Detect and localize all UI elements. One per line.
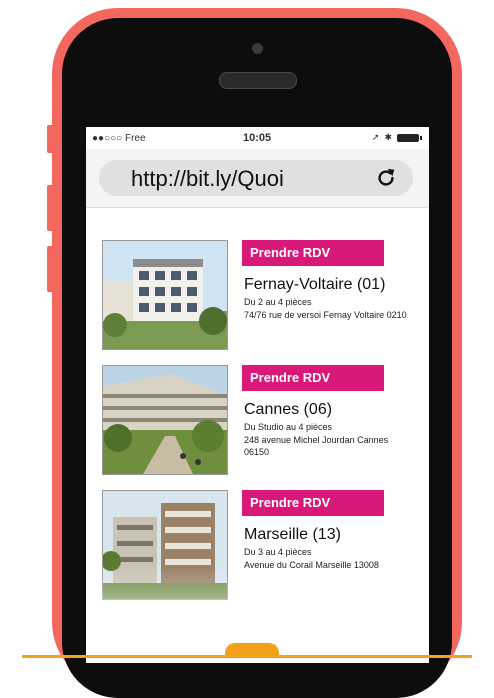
bluetooth-icon: ✱ <box>384 132 392 142</box>
reload-icon[interactable] <box>375 167 397 189</box>
url-text[interactable]: http://bit.ly/Quoi <box>131 166 284 192</box>
location-icon: ➚ <box>371 132 380 142</box>
city-title: Fernay-Voltaire (01) <box>244 276 386 293</box>
building-photo <box>102 240 228 350</box>
phone-screen: ●●○○○ Free 10:05 ➚ ✱ http://bit.ly/Quoi <box>86 127 429 663</box>
camera-icon <box>252 43 263 54</box>
address-text: 74/76 rue de versoi Fernay Voltaire 0210 <box>244 310 407 320</box>
browser-toolbar: http://bit.ly/Quoi <box>86 149 429 208</box>
appointment-button[interactable]: Prendre RDV <box>242 490 384 516</box>
rooms-text: Du 3 au 4 pièces <box>244 547 312 557</box>
accent-tab <box>225 643 279 657</box>
clock: 10:05 <box>243 132 272 144</box>
building-photo <box>102 365 228 475</box>
status-bar: ●●○○○ Free 10:05 ➚ ✱ <box>86 127 429 149</box>
volume-up-button <box>47 185 55 231</box>
appointment-button[interactable]: Prendre RDV <box>242 365 384 391</box>
city-title: Cannes (06) <box>244 401 333 418</box>
carrier-label: ●●○○○ Free <box>92 133 146 144</box>
battery-icon <box>397 133 422 142</box>
volume-down-button <box>47 246 55 292</box>
listing-item: Prendre RDV Cannes (06) Du Studio au 4 p… <box>102 365 422 475</box>
listing-item: Prendre RDV Fernay-Voltaire (01) Du 2 au… <box>102 240 422 350</box>
mute-switch <box>47 125 55 153</box>
city-title: Marseille (13) <box>244 526 341 543</box>
speaker-grille <box>219 72 297 89</box>
status-icons: ➚ ✱ <box>371 132 422 143</box>
address-bar[interactable]: http://bit.ly/Quoi <box>99 160 413 196</box>
address-text: 248 avenue Michel Jourdan Cannes 06150 <box>244 435 389 457</box>
rooms-text: Du Studio au 4 pièces <box>244 422 333 432</box>
rooms-text: Du 2 au 4 pièces <box>244 297 312 307</box>
appointment-button[interactable]: Prendre RDV <box>242 240 384 266</box>
